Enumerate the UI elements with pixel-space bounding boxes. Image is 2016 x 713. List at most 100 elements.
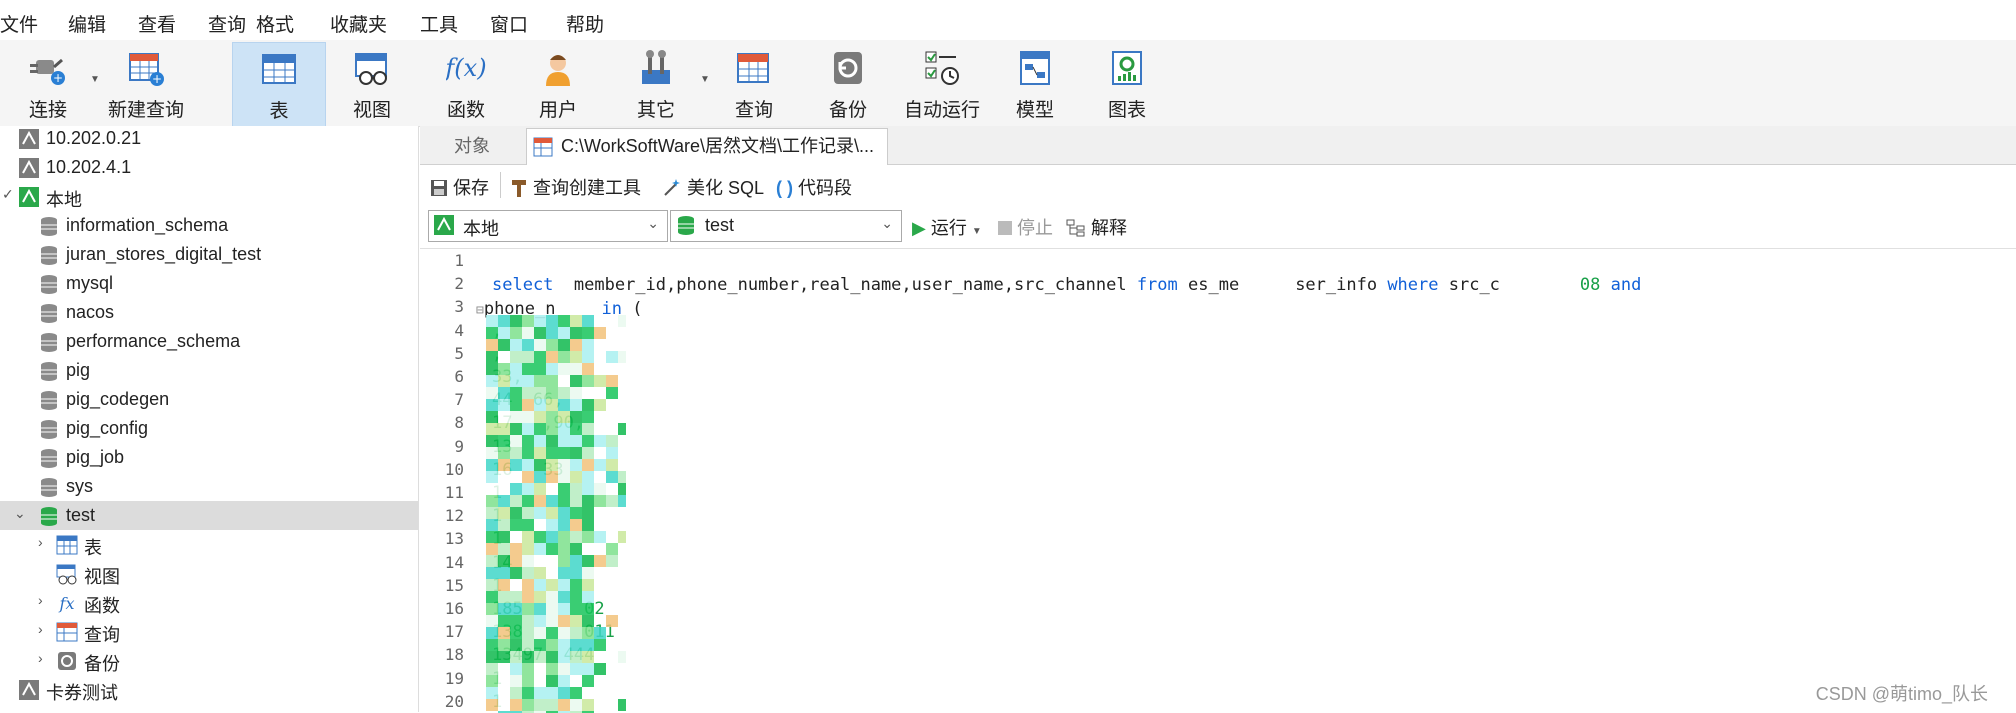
tree-item-database[interactable]: performance_schema [0, 327, 418, 356]
explain-button[interactable]: 解释 [1066, 214, 1127, 240]
tree-item-connection[interactable]: 10.202.4.1 [0, 153, 418, 182]
menu-query[interactable]: 查询 [208, 10, 246, 37]
menu-help[interactable]: 帮助 [566, 10, 604, 37]
fold-icon[interactable]: ⊟ [476, 303, 484, 318]
mosaic-cell [522, 495, 534, 507]
tree-item-database[interactable]: pig_codegen [0, 385, 418, 414]
model-button[interactable]: 模型 [994, 42, 1076, 126]
tree-item-connection[interactable]: 卡券测试 [0, 675, 418, 704]
expand-arrow-icon[interactable]: ✓ [2, 186, 14, 203]
kw-select: select [492, 275, 554, 295]
menu-edit[interactable]: 编辑 [68, 10, 106, 37]
connection-icon [18, 157, 40, 179]
line-number: 14 [444, 552, 464, 572]
mosaic-cell [486, 507, 498, 519]
mosaic-cell [522, 531, 534, 543]
tree-item-functions[interactable]: › fx 函数 [0, 588, 418, 617]
mosaic-cell [534, 567, 546, 579]
run-button[interactable]: ▶ 运行 ▼ [912, 214, 982, 240]
backup-icon [56, 650, 78, 672]
table-button[interactable]: 表 [232, 42, 326, 128]
mosaic-cell [534, 507, 546, 519]
function-button[interactable]: f(x) 函数 [424, 42, 508, 126]
chart-button[interactable]: 图表 [1086, 42, 1168, 126]
mosaic-cell [606, 615, 618, 627]
mosaic-cell [498, 615, 510, 627]
menu-tools[interactable]: 工具 [420, 10, 458, 37]
database-select[interactable]: test ⌄ [670, 210, 902, 242]
stop-button[interactable]: 停止 [998, 214, 1053, 240]
backup-button[interactable]: 备份 [806, 42, 890, 126]
mosaic-cell [618, 375, 626, 387]
mosaic-cell [522, 315, 534, 327]
mosaic-cell [534, 627, 546, 639]
explain-icon [1066, 219, 1085, 237]
autorun-button[interactable]: 自动运行 [896, 42, 988, 126]
tree-item-database[interactable]: pig_config [0, 414, 418, 443]
mosaic-cell [534, 363, 546, 375]
chevron-right-icon[interactable]: › [38, 534, 43, 550]
connect-dropdown-icon[interactable]: ▼ [90, 74, 100, 85]
view-icon [355, 53, 387, 85]
mosaic-cell [486, 615, 498, 627]
connection-select[interactable]: 本地 ⌄ [428, 210, 668, 242]
mosaic-cell [570, 519, 582, 531]
view-button[interactable]: 视图 [330, 42, 414, 126]
query-builder-button[interactable]: 查询创建工具 [510, 174, 641, 200]
mosaic-cell [498, 543, 510, 555]
tree-item-database[interactable]: sys [0, 472, 418, 501]
menu-favorites[interactable]: 收藏夹 [330, 10, 387, 37]
menu-file[interactable]: 文件 [0, 10, 38, 37]
mosaic-cell [498, 363, 510, 375]
chevron-down-icon[interactable]: ⌄ [14, 505, 26, 522]
chevron-right-icon[interactable]: › [38, 621, 43, 637]
tree-item-database[interactable]: ⌄ test [0, 501, 418, 530]
connection-icon [18, 128, 40, 150]
tree-item-backups[interactable]: › 备份 [0, 646, 418, 675]
mosaic-cell [618, 435, 626, 447]
tree-item-database[interactable]: pig_job [0, 443, 418, 472]
beautify-sql-button[interactable]: 美化 SQL [662, 174, 764, 200]
tree-item-tables[interactable]: › 表 [0, 530, 418, 559]
mosaic-cell [570, 639, 582, 651]
sql-editor[interactable]: 1 2 3 4 5 6 7 8 9 10 11 12 13 14 15 16 17 18 19 20 select m… [420, 248, 2016, 713]
mosaic-cell [606, 447, 618, 459]
mosaic-cell [594, 327, 606, 339]
tab-query-file[interactable]: C:\WorkSoftWare\居然文档\工作记录\... [526, 128, 888, 165]
tree-item-views[interactable]: 视图 [0, 559, 418, 588]
chevron-right-icon[interactable]: › [38, 650, 43, 666]
other-button[interactable]: 其它 [614, 42, 698, 126]
tree-item-connection[interactable]: ✓ 本地 [0, 182, 418, 211]
mosaic-cell [582, 591, 594, 603]
connect-button[interactable]: + 连接 [10, 42, 86, 126]
mosaic-cell [546, 519, 558, 531]
menu-window[interactable]: 窗口 [490, 10, 528, 37]
tree-item-database[interactable]: pig [0, 356, 418, 385]
tab-objects[interactable]: 对象 [420, 128, 524, 164]
mosaic-cell [546, 483, 558, 495]
other-dropdown-icon[interactable]: ▼ [700, 74, 710, 85]
code-value: 08 [1579, 275, 1601, 295]
tree-item-database[interactable]: mysql [0, 269, 418, 298]
mosaic-cell [498, 651, 510, 663]
save-button[interactable]: 保存 [430, 174, 489, 200]
new-query-button[interactable]: + 新建查询 [104, 42, 188, 126]
mosaic-cell [606, 351, 618, 363]
line-number: 16 [444, 599, 464, 618]
menu-format[interactable]: 格式 [256, 10, 294, 37]
code-snippet-button[interactable]: ( ) 代码段 [776, 174, 852, 200]
tree-item-connection[interactable]: 10.202.0.21 [0, 126, 418, 153]
tree-item-database[interactable]: juran_stores_digital_test [0, 240, 418, 269]
line-number: 10 [444, 459, 464, 479]
tree-item-database[interactable]: information_schema [0, 211, 418, 240]
tree-item-database[interactable]: nacos [0, 298, 418, 327]
query-button[interactable]: 查询 [712, 42, 796, 126]
chevron-right-icon[interactable]: › [38, 592, 43, 608]
tree-item-queries[interactable]: › 查询 [0, 617, 418, 646]
user-button[interactable]: 用户 [516, 42, 600, 126]
line-number-gutter: 1 2 3 4 5 6 7 8 9 10 11 12 13 14 15 16 17 18 19 20 [420, 249, 472, 713]
run-dropdown-icon[interactable]: ▼ [972, 226, 982, 237]
mosaic-cell [498, 663, 510, 675]
mosaic-cell [582, 543, 594, 555]
menu-view[interactable]: 查看 [138, 10, 176, 37]
